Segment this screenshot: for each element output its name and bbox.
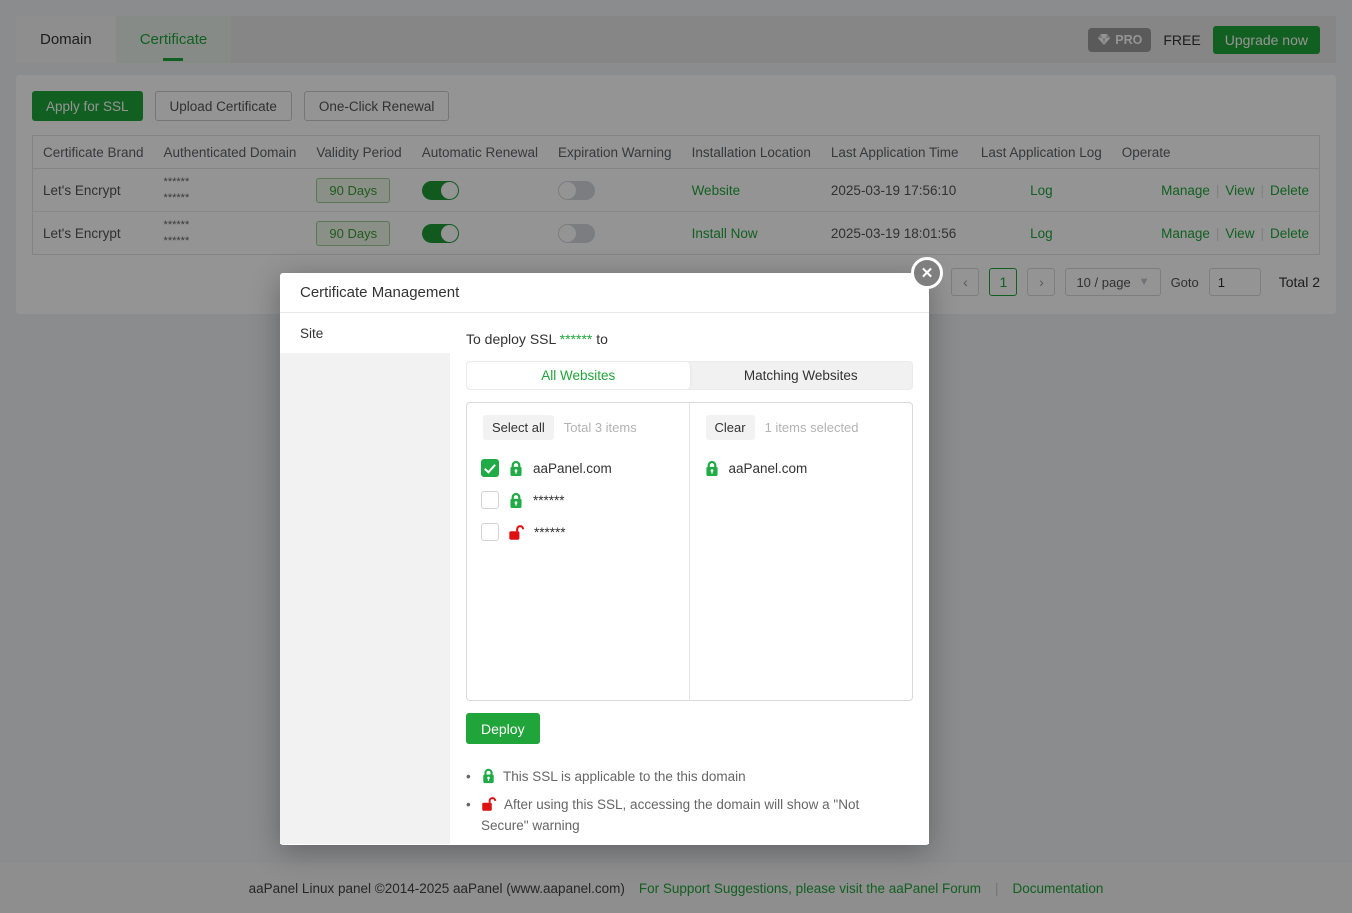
select-all-button[interactable]: Select all [483,415,554,440]
checkbox-unchecked[interactable] [481,491,499,509]
modal-sidebar: Site [280,313,450,844]
site-name: aaPanel.com [729,461,808,476]
checkbox-checked[interactable] [481,459,499,477]
list-item[interactable]: ****** [467,516,689,548]
lock-open-icon [508,524,525,541]
deploy-button[interactable]: Deploy [466,713,540,744]
clear-button[interactable]: Clear [706,415,755,440]
note-not-secure: After using this SSL, accessing the doma… [466,794,906,836]
checkbox-unchecked[interactable] [481,523,499,541]
lock-closed-icon [481,768,496,784]
modal-title: Certificate Management [280,273,929,313]
close-icon[interactable]: ✕ [911,257,943,289]
target-panel-header: Clear 1 items selected [690,415,913,440]
note-text: After using this SSL, accessing the doma… [481,797,859,833]
list-item[interactable]: aaPanel.com [690,452,913,484]
website-transfer-list: Select all Total 3 items aaPanel.com [466,402,913,701]
lock-closed-icon [508,492,524,509]
tab-matching-websites[interactable]: Matching Websites [690,362,913,389]
deploy-line-prefix: To deploy SSL [466,331,560,347]
tab-all-websites[interactable]: All Websites [467,362,690,389]
source-panel-header: Select all Total 3 items [467,415,689,440]
sidebar-item-site[interactable]: Site [280,313,450,353]
source-panel: Select all Total 3 items aaPanel.com [467,403,690,700]
website-filter-tabs: All Websites Matching Websites [466,361,913,390]
lock-open-icon [481,796,497,812]
note-applicable: This SSL is applicable to the this domai… [466,766,906,787]
modal-body: Site To deploy SSL ****** to All Website… [280,313,929,844]
lock-closed-icon [704,460,720,477]
note-text: This SSL is applicable to the this domai… [503,769,746,784]
list-item[interactable]: aaPanel.com [467,452,689,484]
deploy-line-suffix: to [592,331,608,347]
target-panel: Clear 1 items selected aaPanel.com [690,403,913,700]
site-name: aaPanel.com [533,461,612,476]
modal-content: To deploy SSL ****** to All Websites Mat… [450,313,929,844]
lock-closed-icon [508,460,524,477]
cert-name-stars: ****** [560,331,593,347]
site-name: ****** [534,525,566,540]
list-item[interactable]: ****** [467,484,689,516]
certificate-management-modal: ✕ Certificate Management Site To deploy … [280,273,929,845]
target-summary: 1 items selected [765,420,859,435]
deploy-ssl-line: To deploy SSL ****** to [466,331,913,347]
source-summary: Total 3 items [564,420,637,435]
site-name: ****** [533,493,565,508]
